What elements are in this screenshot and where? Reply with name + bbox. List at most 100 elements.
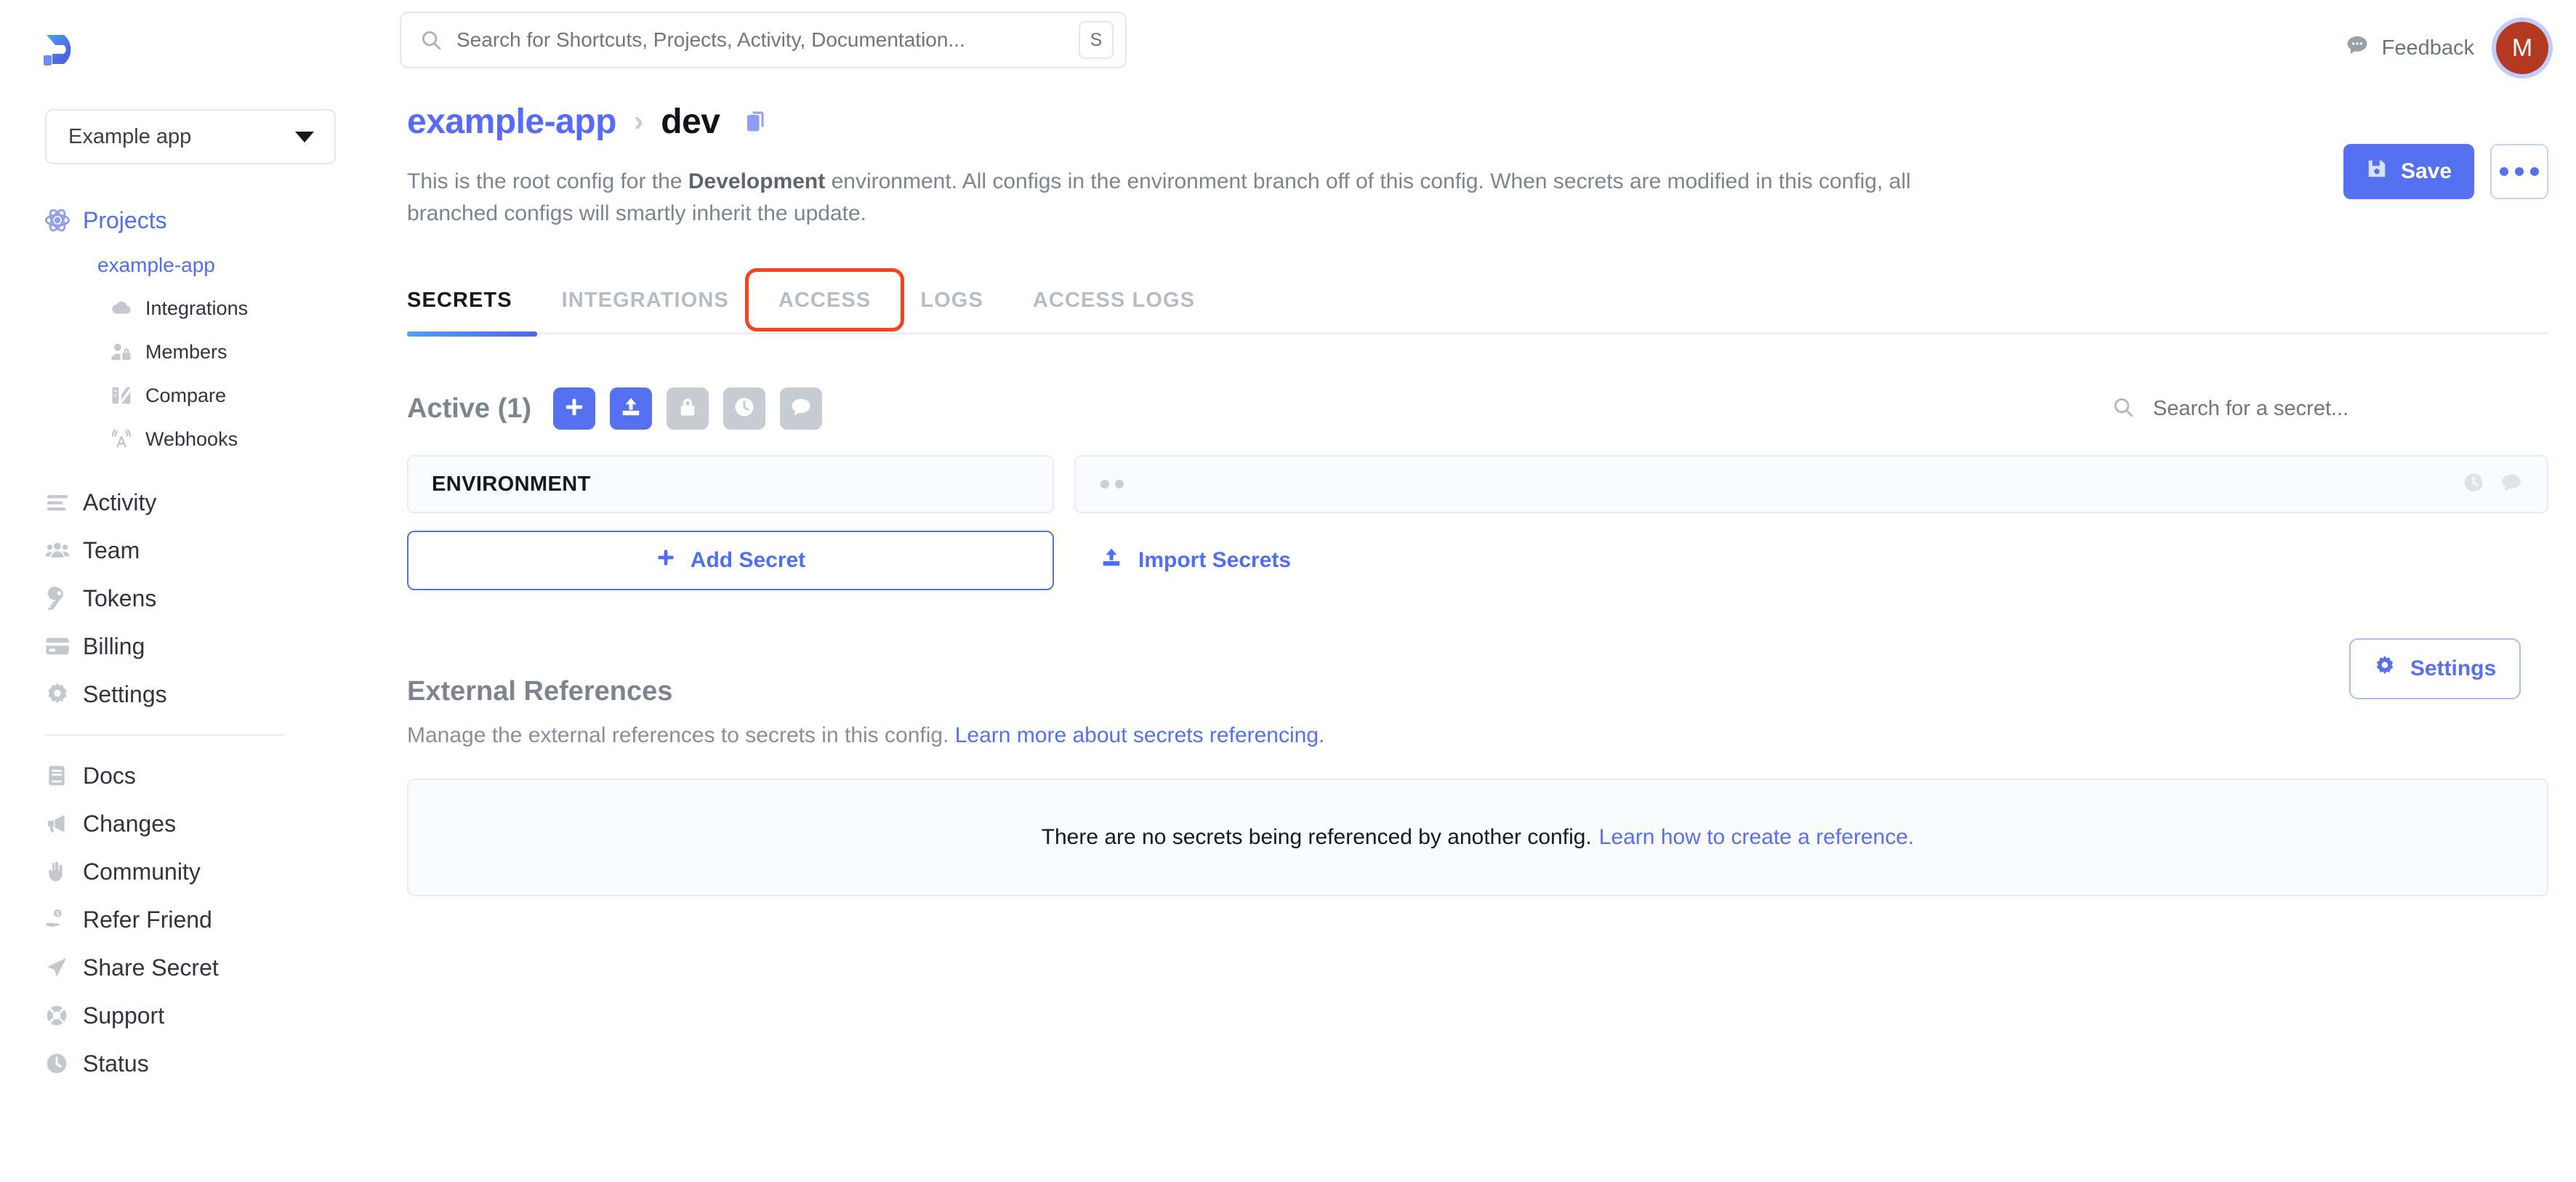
secrets-referencing-link[interactable]: Learn more about secrets referencing. (955, 723, 1325, 747)
sidebar-item-label: Changes (83, 810, 177, 837)
megaphone-icon (45, 812, 83, 835)
sidebar-item-changes[interactable]: Changes (0, 800, 393, 848)
external-references-description: Manage the external references to secret… (407, 723, 2548, 748)
key-icon (45, 586, 83, 611)
sidebar-nav: Projects example-app Integrations Member… (0, 196, 393, 1087)
save-button[interactable]: Save (2343, 144, 2474, 199)
sidebar-item-webhooks[interactable]: Webhooks (0, 417, 393, 461)
secret-row-actions (2463, 472, 2522, 497)
secrets-section-title: Active (1) (407, 393, 532, 424)
secret-value-field[interactable] (1074, 455, 2548, 513)
search-shortcut-key: S (1079, 21, 1114, 59)
tab-integrations[interactable]: INTEGRATIONS (537, 281, 754, 334)
comment-icon[interactable] (2500, 472, 2522, 497)
upload-icon (620, 396, 642, 422)
notes-button[interactable] (780, 387, 823, 430)
user-lock-icon (110, 341, 145, 363)
external-references-settings-button[interactable]: Settings (2349, 638, 2521, 699)
secret-search[interactable] (2112, 396, 2548, 422)
history-button[interactable] (723, 387, 766, 430)
global-search[interactable]: S (400, 12, 1127, 68)
import-secrets-button[interactable]: Import Secrets (1100, 547, 1291, 574)
sidebar-item-share-secret[interactable]: Share Secret (0, 944, 393, 992)
sidebar-item-support[interactable]: Support (0, 992, 393, 1040)
more-options-button[interactable] (2490, 144, 2548, 199)
book-icon (45, 764, 83, 787)
svg-text:$: $ (56, 911, 60, 917)
sidebar-item-projects[interactable]: Projects (0, 196, 393, 244)
external-references-empty-state: There are no secrets being referenced by… (407, 779, 2548, 896)
logo-wrap[interactable] (0, 0, 393, 87)
comment-icon (2346, 33, 2369, 63)
sidebar-item-status[interactable]: Status (0, 1040, 393, 1087)
gear-icon (2374, 655, 2396, 683)
sidebar-item-activity[interactable]: Activity (0, 478, 393, 526)
compare-icon (110, 385, 145, 406)
header-actions: Save (2343, 144, 2548, 199)
sidebar-item-billing[interactable]: Billing (0, 622, 393, 670)
sidebar-item-team[interactable]: Team (0, 526, 393, 574)
sidebar-item-example-app[interactable]: example-app (0, 244, 393, 286)
lock-secrets-button[interactable] (667, 387, 709, 430)
atom-icon (45, 208, 83, 233)
tab-access-logs[interactable]: ACCESS LOGS (1008, 281, 1220, 334)
dot-icon (2530, 167, 2539, 176)
settings-label: Settings (2410, 656, 2497, 680)
tab-label: ACCESS LOGS (1032, 289, 1196, 312)
search-icon (2112, 396, 2134, 422)
secrets-toolbar: Active (1) (407, 381, 2548, 436)
breadcrumb-config: dev (661, 102, 720, 141)
external-references-title: External References (407, 676, 673, 707)
sidebar-item-integrations[interactable]: Integrations (0, 286, 393, 330)
feedback-button[interactable]: Feedback (2346, 33, 2474, 63)
people-icon (45, 538, 83, 563)
topbar-right: Feedback M (2346, 22, 2548, 74)
clock-icon (733, 396, 755, 422)
sidebar-item-label: Settings (83, 680, 167, 707)
sidebar-item-compare[interactable]: Compare (0, 374, 393, 417)
tab-secrets[interactable]: SECRETS (407, 281, 537, 337)
add-secret-button[interactable]: Add Secret (407, 531, 1054, 590)
secret-key-field[interactable]: ENVIRONMENT (407, 455, 1054, 513)
tab-bar: SECRETS INTEGRATIONS ACCESS LOGS ACCESS … (407, 268, 2548, 337)
tab-label: SECRETS (407, 289, 512, 312)
credit-card-icon (45, 634, 83, 659)
sidebar-item-refer-friend[interactable]: $ Refer Friend (0, 896, 393, 944)
external-references-section: External References Manage the external … (407, 638, 2548, 896)
dot-icon (2500, 167, 2508, 176)
sidebar-item-label: Members (145, 340, 228, 363)
cloud-icon (110, 297, 145, 319)
external-references-description-text: Manage the external references to secret… (407, 723, 949, 747)
comment-icon (790, 396, 812, 422)
sidebar-item-label: Webhooks (145, 427, 238, 450)
project-selector[interactable]: Example app (45, 109, 336, 164)
project-selector-value: Example app (68, 124, 192, 148)
tab-label: LOGS (920, 289, 983, 312)
sidebar-item-docs[interactable]: Docs (0, 752, 393, 800)
copy-icon[interactable] (743, 108, 769, 134)
breadcrumb: example-app › dev (407, 96, 2548, 147)
tab-access[interactable]: ACCESS (744, 268, 905, 334)
plus-icon (656, 547, 676, 574)
create-reference-link[interactable]: Learn how to create a reference. (1599, 825, 1915, 850)
sidebar-item-label: Billing (83, 632, 145, 659)
breadcrumb-project[interactable]: example-app (407, 102, 616, 142)
sidebar-item-community[interactable]: Community (0, 848, 393, 896)
sidebar-item-tokens[interactable]: Tokens (0, 574, 393, 622)
avatar[interactable]: M (2496, 22, 2548, 74)
add-secret-icon-button[interactable] (553, 387, 596, 430)
sidebar-project-label: example-app (97, 254, 215, 276)
import-secrets-icon-button[interactable] (610, 387, 653, 430)
tab-logs[interactable]: LOGS (895, 281, 1008, 334)
clock-icon[interactable] (2463, 472, 2484, 497)
secret-search-input[interactable] (2153, 396, 2548, 421)
description-bold: Development (688, 169, 826, 193)
search-input[interactable] (456, 28, 1079, 52)
sidebar-item-members[interactable]: Members (0, 330, 393, 374)
feedback-label: Feedback (2381, 36, 2474, 60)
gear-icon (45, 682, 83, 707)
sidebar-item-label: Status (83, 1050, 149, 1077)
add-secret-row: Add Secret Import Secrets (407, 531, 2548, 590)
sidebar-item-settings[interactable]: Settings (0, 670, 393, 718)
sidebar-item-label: Refer Friend (83, 906, 212, 933)
